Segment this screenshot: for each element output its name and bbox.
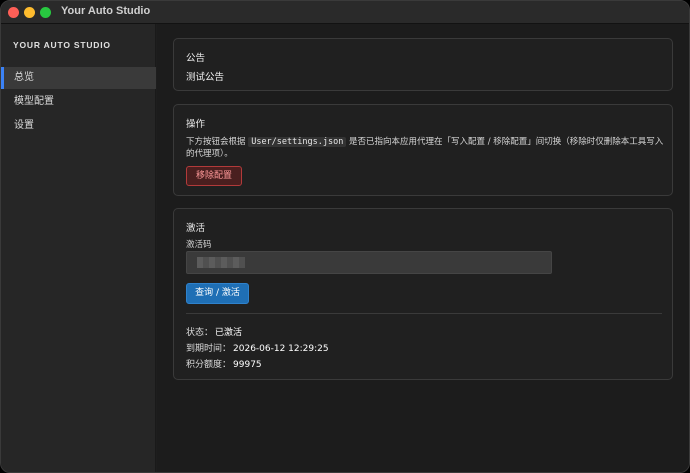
- description-text-before: 下方按钮会根据: [186, 137, 249, 147]
- settings-path: User/settings.json: [248, 137, 347, 147]
- credits-label: 积分额度：: [186, 360, 232, 370]
- activation-code-label: 激活码: [186, 240, 212, 250]
- sidebar-item-model-config[interactable]: 模型配置: [1, 91, 156, 113]
- operation-description: 下方按钮会根据 User/settings.json 是否已指向本应用代理在「写…: [186, 136, 664, 160]
- expiry-row: 到期时间： 2026-06-12 12:29:25: [186, 341, 329, 354]
- announcement-card: 公告 测试公告: [173, 38, 673, 91]
- operation-card: 操作 下方按钮会根据 User/settings.json 是否已指向本应用代理…: [173, 104, 673, 196]
- main-content: 公告 测试公告 操作 下方按钮会根据 User/settings.json 是否…: [157, 24, 689, 472]
- status-row: 状态： 已激活: [186, 325, 242, 338]
- maximize-window-button[interactable]: [40, 7, 51, 18]
- query-activate-button[interactable]: 查询 / 激活: [186, 283, 249, 304]
- app-window: Your Auto Studio YOUR AUTO STUDIO 总览 模型配…: [0, 0, 690, 473]
- activation-code-input[interactable]: [186, 251, 552, 274]
- expiry-label: 到期时间：: [186, 344, 232, 354]
- sidebar-item-settings[interactable]: 设置: [1, 115, 156, 137]
- expiry-value: 2026-06-12 12:29:25: [233, 344, 329, 354]
- announcement-title: 公告: [186, 53, 206, 64]
- sidebar: YOUR AUTO STUDIO 总览 模型配置 设置: [1, 24, 156, 472]
- divider: [186, 313, 662, 314]
- close-window-button[interactable]: [8, 7, 19, 18]
- title-bar: Your Auto Studio: [1, 1, 689, 24]
- announcement-text: 测试公告: [186, 72, 225, 83]
- credits-row: 积分额度： 99975: [186, 357, 262, 370]
- status-label: 状态：: [186, 328, 214, 338]
- activation-card: 激活 激活码 查询 / 激活 状态： 已激活 到期时间： 2026-06-12 12…: [173, 208, 673, 380]
- activation-title: 激活: [186, 223, 206, 234]
- operation-title: 操作: [186, 119, 206, 130]
- minimize-window-button[interactable]: [24, 7, 35, 18]
- sidebar-item-overview[interactable]: 总览: [1, 67, 156, 89]
- credits-value: 99975: [233, 360, 262, 370]
- window-title: Your Auto Studio: [61, 5, 151, 17]
- remove-config-button[interactable]: 移除配置: [186, 166, 242, 186]
- masked-activation-code: [197, 257, 245, 268]
- sidebar-brand: YOUR AUTO STUDIO: [13, 40, 111, 50]
- status-value: 已激活: [215, 328, 243, 338]
